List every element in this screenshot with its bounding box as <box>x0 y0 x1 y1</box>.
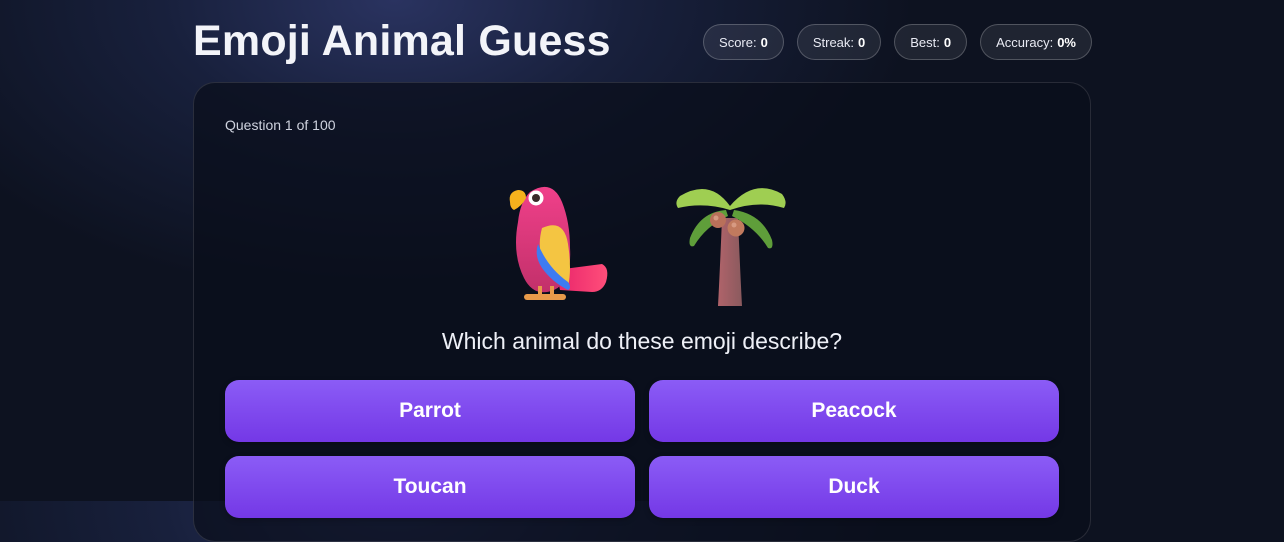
best-value: 0 <box>943 34 952 50</box>
answer-grid: Parrot Peacock Toucan Duck <box>225 380 1059 518</box>
accuracy-value: 0% <box>1057 34 1076 50</box>
best-label: Best: <box>910 34 940 50</box>
best-badge: Best: 0 <box>894 24 968 60</box>
question-card: Question 1 of 100 Which animal do these … <box>193 82 1091 542</box>
palm-tree-emoji-icon <box>676 188 786 306</box>
header: Emoji Animal Guess Score: 0 Streak: 0 Best… <box>193 14 1092 70</box>
score-badge: Score: 0 <box>703 24 784 60</box>
streak-label: Streak: <box>812 34 855 50</box>
score-label: Score: <box>719 34 757 50</box>
score-value: 0 <box>760 34 768 50</box>
accuracy-badge: Accuracy: 0% <box>980 24 1092 60</box>
question-progress: Question 1 of 100 <box>225 117 336 133</box>
parrot-emoji-icon <box>509 186 608 300</box>
stats-bar: Score: 0 Streak: 0 Best: 0 Accuracy: 0% <box>703 24 1092 60</box>
answer-button-peacock[interactable]: Peacock <box>649 380 1059 442</box>
streak-value: 0 <box>858 34 866 50</box>
emoji-clue <box>194 178 1090 308</box>
streak-badge: Streak: 0 <box>796 24 882 60</box>
question-text: Which animal do these emoji describe? <box>441 328 843 354</box>
accuracy-label: Accuracy: <box>996 34 1054 50</box>
answer-button-duck[interactable]: Duck <box>649 456 1059 518</box>
answer-button-toucan[interactable]: Toucan <box>225 456 635 518</box>
page-title: Emoji Animal Guess <box>193 16 611 65</box>
answer-button-parrot[interactable]: Parrot <box>225 380 635 442</box>
